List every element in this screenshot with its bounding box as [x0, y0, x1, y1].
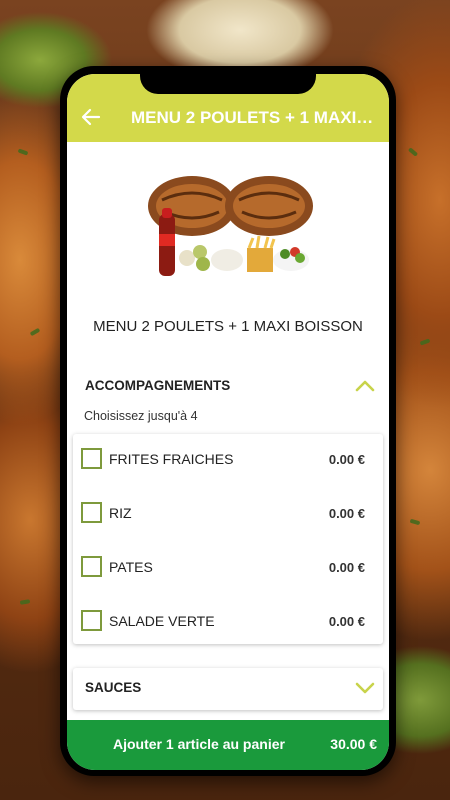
- cart-total: 30.00 €: [330, 736, 377, 752]
- section-title: SAUCES: [85, 680, 142, 695]
- option-price: 0.00 €: [328, 614, 365, 629]
- option-label: SALADE VERTE: [109, 613, 215, 629]
- option-label: PATES: [109, 559, 153, 575]
- option-riz[interactable]: RIZ 0.00 €: [73, 488, 383, 542]
- option-pates[interactable]: PATES 0.00 €: [73, 542, 383, 596]
- add-to-cart-label: Ajouter 1 article au panier: [113, 736, 285, 752]
- chevron-up-icon[interactable]: [355, 378, 375, 394]
- add-to-cart-button[interactable]: Ajouter 1 article au panier 30.00 €: [67, 720, 389, 770]
- app-screen: MENU 2 POULETS + 1 MAXI BOISSON MENU 2 P…: [67, 74, 389, 770]
- section-title: ACCOMPAGNEMENTS: [85, 378, 231, 393]
- option-price: 0.00 €: [328, 560, 365, 575]
- page-title: MENU 2 POULETS + 1 MAXI BOISSON: [131, 108, 377, 127]
- sauces-header[interactable]: SAUCES: [73, 668, 383, 710]
- arrow-left-icon[interactable]: [79, 106, 103, 130]
- product-image: [137, 168, 327, 280]
- phone-notch: [140, 66, 316, 94]
- checkbox[interactable]: [81, 502, 102, 523]
- checkbox[interactable]: [81, 448, 102, 469]
- accompagnements-header[interactable]: ACCOMPAGNEMENTS: [73, 366, 383, 406]
- product-name: MENU 2 POULETS + 1 MAXI BOISSON: [93, 318, 363, 335]
- selection-hint: Choisissez jusqu'à 4: [84, 409, 198, 423]
- option-label: RIZ: [109, 505, 132, 521]
- chevron-down-icon[interactable]: [355, 680, 375, 696]
- option-salade-verte[interactable]: SALADE VERTE 0.00 €: [73, 596, 383, 650]
- option-price: 0.00 €: [328, 506, 365, 521]
- option-frites-fraiches[interactable]: FRITES FRAICHES 0.00 €: [73, 434, 383, 488]
- option-label: FRITES FRAICHES: [109, 451, 234, 467]
- option-price: 0.00 €: [328, 452, 365, 467]
- options-list: FRITES FRAICHES 0.00 € RIZ 0.00 € PATES …: [73, 434, 383, 644]
- checkbox[interactable]: [81, 556, 102, 577]
- checkbox[interactable]: [81, 610, 102, 631]
